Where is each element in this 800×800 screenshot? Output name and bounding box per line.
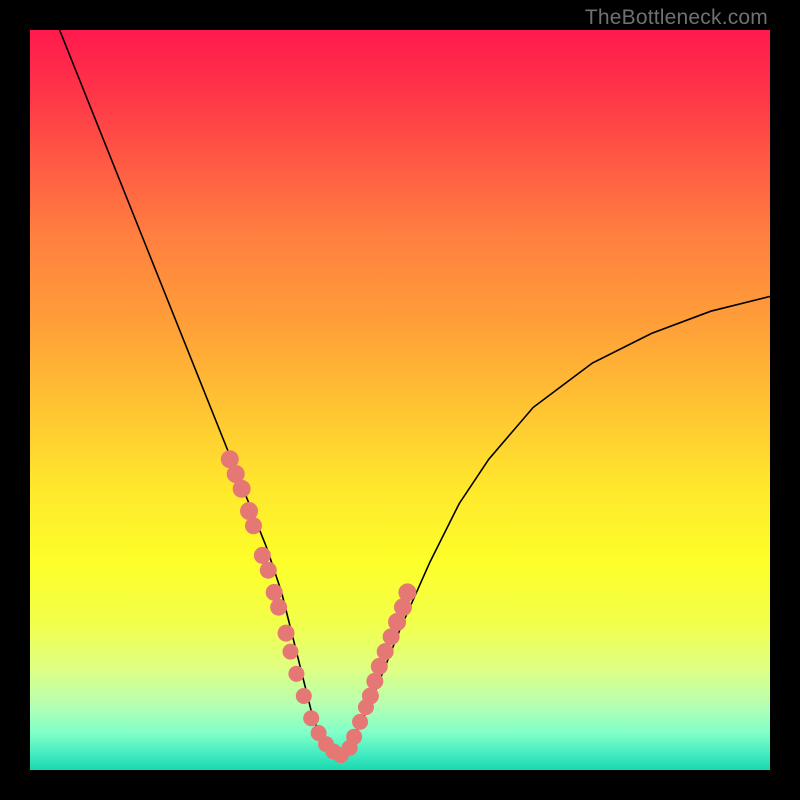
- data-point: [266, 584, 283, 601]
- data-point: [254, 547, 271, 564]
- data-point: [296, 688, 312, 704]
- data-point: [352, 714, 368, 730]
- data-point: [366, 673, 383, 690]
- data-point: [362, 688, 379, 705]
- data-point: [240, 502, 258, 520]
- data-point: [303, 710, 319, 726]
- chart-container: TheBottleneck.com: [0, 0, 800, 800]
- data-point: [282, 644, 298, 660]
- chart-svg: [30, 30, 770, 770]
- data-point: [245, 517, 262, 534]
- data-point: [346, 729, 362, 745]
- watermark-text: TheBottleneck.com: [585, 6, 768, 30]
- bottleneck-curve: [60, 30, 770, 755]
- data-point: [288, 666, 304, 682]
- data-point: [270, 599, 287, 616]
- data-point: [260, 562, 277, 579]
- data-point: [233, 480, 251, 498]
- marker-group: [221, 450, 417, 763]
- data-point: [278, 625, 295, 642]
- data-point: [377, 643, 394, 660]
- data-point: [398, 583, 416, 601]
- data-point: [371, 658, 388, 675]
